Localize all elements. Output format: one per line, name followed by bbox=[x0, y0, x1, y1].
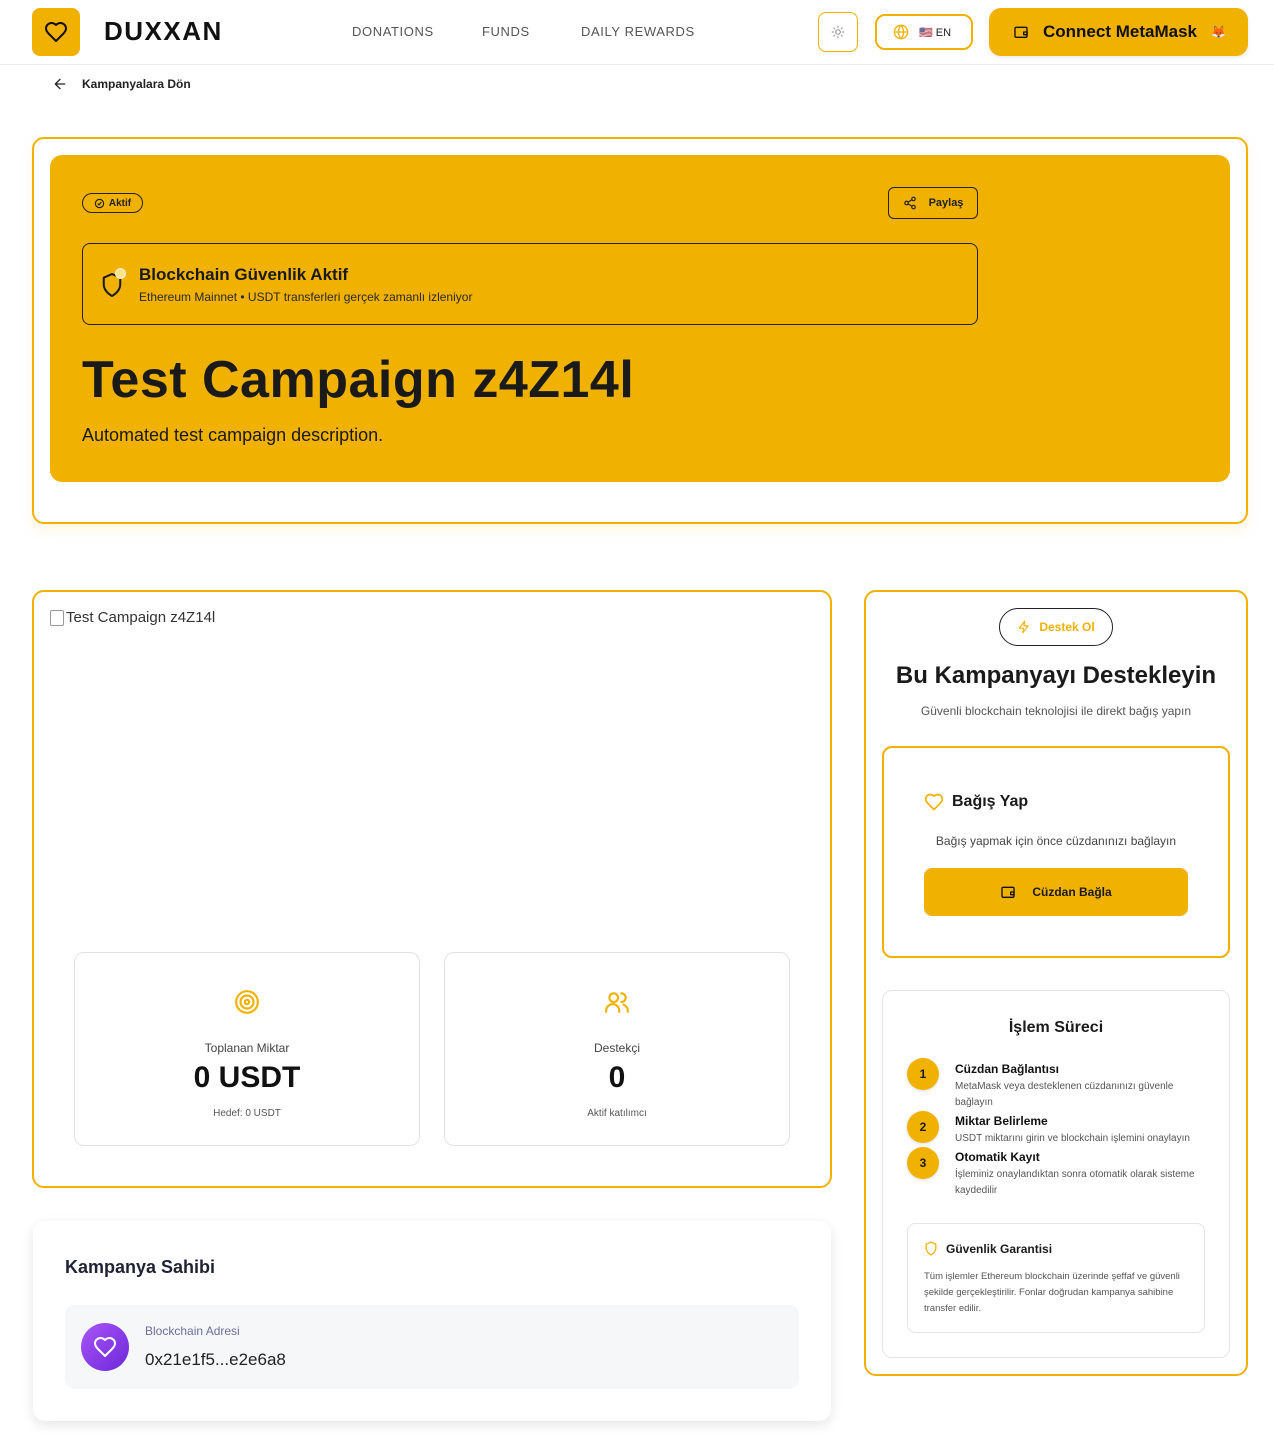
owner-title: Kampanya Sahibi bbox=[65, 1257, 216, 1277]
connect-wallet-label: Cüzdan Bağla bbox=[1032, 885, 1112, 899]
step-3-desc: İşleminiz onaylandıktan sonra otomatik o… bbox=[955, 1169, 1195, 1196]
support-title: Bu Kampanyayı Destekleyin bbox=[895, 662, 1217, 689]
connect-metamask-button[interactable]: Connect MetaMask 🦊 bbox=[989, 8, 1248, 56]
campaign-image: Test Campaign z4Z14l bbox=[50, 609, 215, 626]
connect-label: Connect MetaMask bbox=[1043, 22, 1197, 41]
language-selector[interactable]: 🇺🇸 EN bbox=[875, 14, 973, 50]
check-circle-icon bbox=[94, 198, 105, 208]
donate-heading: Bağış Yap bbox=[924, 792, 1028, 812]
step-2-desc: USDT miktarını girin ve blockchain işlem… bbox=[955, 1133, 1190, 1144]
owner-address-row: Blockchain Adresi 0x21e1f5...e2e6a8 bbox=[65, 1305, 799, 1389]
share-label: Paylaş bbox=[928, 197, 964, 209]
campaign-title: Test Campaign z4Z14l bbox=[82, 351, 635, 409]
stat-backers-card: Destekçi 0 Aktif katılımcı bbox=[444, 952, 790, 1146]
stat-raised-card: Toplanan Miktar 0 USDT Hedef: 0 USDT bbox=[74, 952, 420, 1146]
top-header: DUXXAN DONATIONS FUNDS DAILY REWARDS 🇺🇸 … bbox=[0, 0, 1274, 65]
theme-toggle-button[interactable] bbox=[818, 12, 858, 52]
stat-raised-label: Toplanan Miktar bbox=[204, 1041, 290, 1055]
shield-icon bbox=[925, 1241, 937, 1256]
globe-icon bbox=[893, 24, 909, 40]
step-1-title: Cüzdan Bağlantısı bbox=[955, 1062, 1060, 1076]
wallet-icon bbox=[1001, 886, 1015, 898]
campaign-description: Automated test campaign description. bbox=[82, 425, 384, 445]
guarantee-text: Tüm işlemler Ethereum blockchain üzerind… bbox=[924, 1271, 1180, 1314]
step-2-title: Miktar Belirleme bbox=[955, 1114, 1048, 1128]
donate-hint: Bağış yapmak için önce cüzdanınızı bağla… bbox=[935, 834, 1177, 848]
connect-wallet-button[interactable]: Cüzdan Bağla bbox=[924, 868, 1188, 916]
security-guarantee-box: Güvenlik Garantisi Tüm işlemler Ethereum… bbox=[907, 1223, 1205, 1333]
logo-heart-button[interactable] bbox=[32, 8, 80, 56]
heart-icon bbox=[94, 1337, 116, 1357]
stat-raised-value: 0 USDT bbox=[193, 1061, 301, 1094]
support-pill-label: Destek Ol bbox=[1039, 620, 1095, 634]
step-1-desc: MetaMask veya desteklenen cüzdanınızı gü… bbox=[955, 1081, 1174, 1108]
donate-box bbox=[882, 746, 1230, 958]
users-icon bbox=[605, 992, 629, 1013]
avatar bbox=[81, 1323, 129, 1371]
campaign-owner-card: Kampanya Sahibi Blockchain Adresi 0x21e1… bbox=[33, 1221, 831, 1421]
language-label: 🇺🇸 EN bbox=[919, 26, 952, 39]
status-dot-icon bbox=[115, 268, 126, 279]
brand-name[interactable]: DUXXAN bbox=[104, 16, 223, 47]
security-notice: Blockchain Güvenlik Aktif Ethereum Mainn… bbox=[82, 243, 978, 325]
owner-address[interactable]: 0x21e1f5...e2e6a8 bbox=[145, 1350, 286, 1370]
donate-title: Bağış Yap bbox=[952, 793, 1029, 810]
step-3-number: 3 bbox=[907, 1147, 939, 1179]
step-1-number: 1 bbox=[907, 1058, 939, 1090]
share-icon bbox=[903, 196, 916, 210]
support-pill: Destek Ol bbox=[999, 608, 1113, 646]
sun-icon bbox=[831, 25, 845, 39]
target-icon bbox=[235, 990, 259, 1014]
owner-address-label: Blockchain Adresi bbox=[145, 1324, 240, 1338]
guarantee-title: Güvenlik Garantisi bbox=[946, 1241, 1053, 1256]
process-title: İşlem Süreci bbox=[1008, 1019, 1104, 1036]
arrow-left-icon bbox=[54, 78, 66, 90]
campaign-image-alt: Test Campaign z4Z14l bbox=[66, 609, 216, 626]
support-subtitle: Güvenli blockchain teknolojisi ile direk… bbox=[920, 704, 1192, 718]
back-label: Kampanyalara Dön bbox=[82, 77, 191, 91]
broken-image-icon bbox=[50, 609, 64, 626]
heart-outline-icon bbox=[924, 793, 944, 811]
nav-donations[interactable]: DONATIONS bbox=[352, 24, 434, 39]
stat-backers-value: 0 bbox=[608, 1061, 626, 1094]
back-to-campaigns-link[interactable]: Kampanyalara Dön bbox=[52, 76, 191, 92]
stat-backers-label: Destekçi bbox=[593, 1041, 640, 1055]
security-title: Blockchain Güvenlik Aktif bbox=[139, 265, 349, 284]
nav-daily-rewards[interactable]: DAILY REWARDS bbox=[581, 24, 695, 39]
step-3-title: Otomatik Kayıt bbox=[955, 1150, 1040, 1164]
share-button[interactable]: Paylaş bbox=[888, 187, 978, 219]
status-label: Aktif bbox=[108, 197, 132, 209]
security-subtitle: Ethereum Mainnet • USDT transferleri ger… bbox=[139, 290, 473, 304]
lightning-icon bbox=[1019, 620, 1029, 634]
wallet-icon bbox=[1014, 26, 1028, 38]
metamask-fox-icon: 🦊 bbox=[1210, 25, 1226, 39]
nav-funds[interactable]: FUNDS bbox=[482, 24, 530, 39]
stat-backers-note: Aktif katılımcı bbox=[587, 1108, 647, 1119]
heart-icon bbox=[45, 22, 67, 42]
stat-raised-note: Hedef: 0 USDT bbox=[213, 1108, 281, 1119]
step-2-number: 2 bbox=[907, 1111, 939, 1143]
status-badge: Aktif bbox=[82, 193, 143, 213]
